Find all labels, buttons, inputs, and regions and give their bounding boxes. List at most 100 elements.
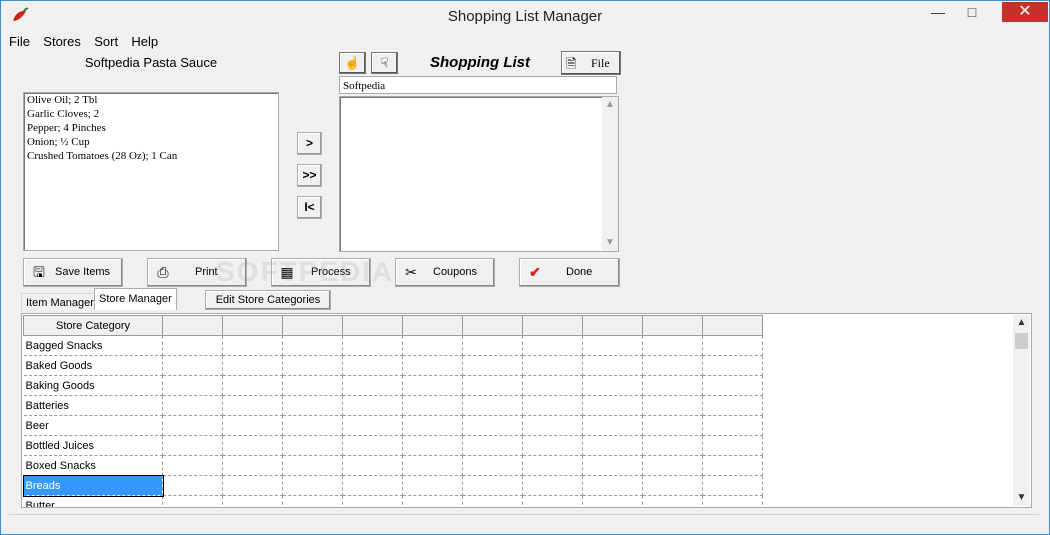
shopping-file-button[interactable]: 🗎 File bbox=[561, 51, 621, 75]
ingredient-item[interactable]: Onion; ½ Cup bbox=[24, 135, 278, 149]
empty-cell[interactable] bbox=[642, 375, 703, 396]
empty-cell[interactable] bbox=[402, 415, 463, 436]
empty-cell[interactable] bbox=[462, 475, 523, 496]
category-cell[interactable]: Beer bbox=[23, 415, 163, 436]
scroll-up-icon[interactable]: ▲ bbox=[1013, 315, 1030, 331]
empty-cell[interactable] bbox=[522, 435, 583, 456]
table-row[interactable]: Baked Goods bbox=[23, 355, 763, 376]
add-all-button[interactable]: >> bbox=[297, 164, 322, 187]
empty-cell[interactable] bbox=[582, 335, 643, 356]
empty-cell[interactable] bbox=[162, 395, 223, 416]
empty-cell[interactable] bbox=[522, 375, 583, 396]
column-header[interactable] bbox=[162, 315, 223, 336]
maximize-button[interactable]: □ bbox=[957, 1, 987, 23]
empty-cell[interactable] bbox=[342, 395, 403, 416]
column-header[interactable] bbox=[462, 315, 523, 336]
empty-cell[interactable] bbox=[642, 415, 703, 436]
menu-file[interactable]: File bbox=[9, 34, 30, 49]
ingredient-item[interactable]: Pepper; 4 Pinches bbox=[24, 121, 278, 135]
table-row[interactable]: Baking Goods bbox=[23, 375, 763, 396]
empty-cell[interactable] bbox=[642, 395, 703, 416]
empty-cell[interactable] bbox=[282, 475, 343, 496]
menu-help[interactable]: Help bbox=[131, 34, 158, 49]
table-row[interactable]: Bagged Snacks bbox=[23, 335, 763, 356]
empty-cell[interactable] bbox=[342, 415, 403, 436]
empty-cell[interactable] bbox=[522, 335, 583, 356]
empty-cell[interactable] bbox=[462, 375, 523, 396]
empty-cell[interactable] bbox=[162, 415, 223, 436]
empty-cell[interactable] bbox=[222, 375, 283, 396]
shopping-list-scrollbar[interactable]: ▲ ▼ bbox=[602, 97, 618, 251]
hand-up-button[interactable]: ☝ bbox=[339, 52, 366, 74]
empty-cell[interactable] bbox=[222, 475, 283, 496]
empty-cell[interactable] bbox=[702, 395, 763, 416]
hand-down-button[interactable]: ☟ bbox=[371, 52, 398, 74]
clear-list-button[interactable]: I< bbox=[297, 196, 322, 219]
ingredient-item[interactable]: Olive Oil; 2 Tbl bbox=[24, 93, 278, 107]
table-row[interactable]: Beer bbox=[23, 415, 763, 436]
empty-cell[interactable] bbox=[402, 355, 463, 376]
empty-cell[interactable] bbox=[342, 355, 403, 376]
empty-cell[interactable] bbox=[522, 495, 583, 507]
category-cell[interactable]: Bottled Juices bbox=[23, 435, 163, 456]
tab-item-manager[interactable]: Item Manager bbox=[21, 293, 98, 312]
empty-cell[interactable] bbox=[282, 415, 343, 436]
table-row[interactable]: Butter bbox=[23, 495, 763, 507]
empty-cell[interactable] bbox=[282, 395, 343, 416]
category-cell[interactable]: Butter bbox=[23, 495, 163, 507]
column-header-store-category[interactable]: Store Category bbox=[23, 315, 163, 336]
empty-cell[interactable] bbox=[642, 335, 703, 356]
column-header[interactable] bbox=[702, 315, 763, 336]
empty-cell[interactable] bbox=[222, 415, 283, 436]
empty-cell[interactable] bbox=[522, 455, 583, 476]
empty-cell[interactable] bbox=[702, 435, 763, 456]
store-name-field[interactable]: Softpedia bbox=[339, 76, 617, 94]
column-header[interactable] bbox=[582, 315, 643, 336]
edit-store-categories-button[interactable]: Edit Store Categories bbox=[205, 290, 331, 310]
empty-cell[interactable] bbox=[702, 335, 763, 356]
add-item-button[interactable]: > bbox=[297, 132, 322, 155]
empty-cell[interactable] bbox=[342, 495, 403, 507]
empty-cell[interactable] bbox=[402, 435, 463, 456]
close-button[interactable]: ✕ bbox=[1002, 2, 1048, 22]
category-cell[interactable]: Batteries bbox=[23, 395, 163, 416]
empty-cell[interactable] bbox=[462, 355, 523, 376]
category-cell[interactable]: Bagged Snacks bbox=[23, 335, 163, 356]
recipe-ingredients-list[interactable]: Olive Oil; 2 Tbl Garlic Cloves; 2 Pepper… bbox=[23, 92, 279, 251]
empty-cell[interactable] bbox=[282, 435, 343, 456]
empty-cell[interactable] bbox=[642, 455, 703, 476]
category-cell[interactable]: Breads bbox=[22, 474, 164, 497]
column-header[interactable] bbox=[522, 315, 583, 336]
empty-cell[interactable] bbox=[522, 355, 583, 376]
scroll-down-icon[interactable]: ▼ bbox=[602, 235, 618, 251]
empty-cell[interactable] bbox=[282, 355, 343, 376]
empty-cell[interactable] bbox=[582, 395, 643, 416]
empty-cell[interactable] bbox=[582, 435, 643, 456]
empty-cell[interactable] bbox=[342, 475, 403, 496]
empty-cell[interactable] bbox=[522, 415, 583, 436]
column-header[interactable] bbox=[342, 315, 403, 336]
empty-cell[interactable] bbox=[462, 395, 523, 416]
empty-cell[interactable] bbox=[462, 335, 523, 356]
empty-cell[interactable] bbox=[162, 475, 223, 496]
empty-cell[interactable] bbox=[582, 355, 643, 376]
column-header[interactable] bbox=[282, 315, 343, 336]
empty-cell[interactable] bbox=[702, 375, 763, 396]
empty-cell[interactable] bbox=[642, 435, 703, 456]
table-row[interactable]: Batteries bbox=[23, 395, 763, 416]
category-cell[interactable]: Boxed Snacks bbox=[23, 455, 163, 476]
scroll-down-icon[interactable]: ▼ bbox=[1013, 490, 1030, 506]
empty-cell[interactable] bbox=[342, 455, 403, 476]
empty-cell[interactable] bbox=[342, 335, 403, 356]
column-header[interactable] bbox=[222, 315, 283, 336]
empty-cell[interactable] bbox=[582, 415, 643, 436]
empty-cell[interactable] bbox=[162, 335, 223, 356]
minimize-button[interactable]: — bbox=[923, 1, 953, 23]
menu-sort[interactable]: Sort bbox=[94, 34, 118, 49]
empty-cell[interactable] bbox=[282, 455, 343, 476]
save-items-button[interactable]: 🖫 Save Items bbox=[23, 258, 123, 287]
store-category-grid[interactable]: Store Category Bagged Snacks Baked Goods B… bbox=[21, 313, 1032, 508]
table-row[interactable]: Breads bbox=[22, 474, 763, 497]
empty-cell[interactable] bbox=[702, 475, 763, 496]
empty-cell[interactable] bbox=[222, 455, 283, 476]
